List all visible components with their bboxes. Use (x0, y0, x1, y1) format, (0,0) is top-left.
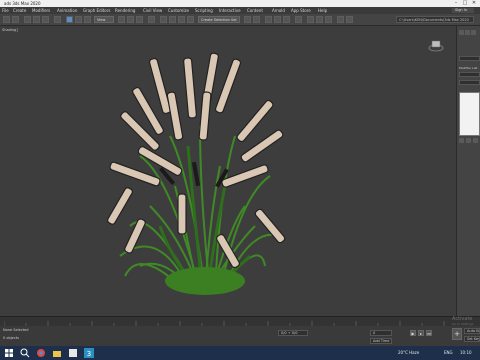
menu-graph-editors[interactable]: Graph Editors (83, 8, 110, 13)
show-end-result-icon[interactable] (466, 138, 471, 143)
svg-text:3: 3 (87, 350, 91, 358)
set-key-button[interactable]: Set Key (464, 336, 480, 342)
project-path-field[interactable]: C:\Users\KEN\Documents\3ds Max 2020 (396, 16, 474, 23)
title-bar: ads 3ds Max 2020 – □ ✕ (0, 0, 480, 7)
percent-snap-icon[interactable] (178, 16, 185, 23)
modifier-list-label: Modifier List (459, 66, 478, 70)
pivot-icon[interactable] (148, 16, 155, 23)
menu-modifiers[interactable]: Modifiers (32, 8, 50, 13)
pin-stack-icon[interactable] (459, 138, 464, 143)
frame-field[interactable]: 0 (370, 330, 392, 336)
add-time-tag-button[interactable]: Add Time Tag (370, 338, 392, 344)
snap-icon[interactable] (160, 16, 167, 23)
workspace-icon[interactable] (346, 16, 353, 23)
menu-customize[interactable]: Customize (168, 8, 189, 13)
command-panel: Modifier List (456, 26, 480, 316)
menu-interactive[interactable]: Interactive (219, 8, 241, 13)
app-icon[interactable] (68, 348, 78, 358)
viewcube-icon[interactable] (428, 38, 444, 52)
spinner-snap-icon[interactable] (187, 16, 194, 23)
minimize-button[interactable]: – (452, 0, 460, 7)
create-tab-icon[interactable] (459, 30, 464, 35)
remove-modifier-icon[interactable] (473, 138, 478, 143)
windows-taskbar: 3 20°C Haze ENG 10:10 (0, 346, 480, 360)
move-icon[interactable] (118, 16, 125, 23)
select-by-name-icon[interactable] (75, 16, 82, 23)
unlink-icon[interactable] (33, 16, 40, 23)
layer-icon[interactable] (265, 16, 272, 23)
main-toolbar: View Create Selection Set C:\Users\KEN\D… (0, 14, 480, 26)
time-slider[interactable] (0, 316, 480, 326)
chrome-icon[interactable] (36, 348, 46, 358)
modifier-field-2[interactable] (459, 80, 480, 85)
menu-scripting[interactable]: Scripting (195, 8, 213, 13)
curve-editor-icon[interactable] (274, 16, 281, 23)
menu-file[interactable]: File (2, 8, 9, 13)
perspective-viewport[interactable]: Shading] (0, 26, 456, 316)
undo-icon[interactable] (3, 16, 10, 23)
modify-tab-icon[interactable] (465, 30, 470, 35)
menu-help[interactable]: Help (318, 8, 327, 13)
modifier-stack[interactable] (459, 92, 480, 136)
close-button[interactable]: ✕ (470, 0, 478, 7)
render-frame-icon[interactable] (316, 16, 323, 23)
menu-animation[interactable]: Animation (57, 8, 77, 13)
file-explorer-icon[interactable] (52, 348, 62, 358)
scale-icon[interactable] (136, 16, 143, 23)
grass-base (165, 267, 245, 295)
3ds-max-icon[interactable]: 3 (84, 348, 94, 358)
menu-arnold[interactable]: Arnold (272, 8, 285, 13)
link-icon[interactable] (24, 16, 31, 23)
set-key-icon[interactable]: + (452, 328, 462, 340)
windows-start-icon[interactable] (4, 348, 14, 358)
angle-snap-icon[interactable] (169, 16, 176, 23)
hierarchy-tab-icon[interactable] (471, 30, 476, 35)
render-icon[interactable] (325, 16, 332, 23)
selection-status: None Selected (3, 328, 29, 332)
menu-rendering[interactable]: Rendering (115, 8, 135, 13)
reference-coord-dropdown[interactable]: View (94, 16, 114, 23)
next-frame-icon[interactable]: ▸ (418, 330, 424, 336)
sign-in-button[interactable]: Sign In (452, 8, 474, 13)
language-indicator[interactable]: ENG (444, 350, 453, 355)
object-name-field[interactable] (459, 56, 480, 61)
clock[interactable]: 10:10 (460, 350, 472, 355)
maximize-button[interactable]: □ (461, 0, 469, 7)
plant-model (107, 52, 286, 295)
mirror-icon[interactable] (244, 16, 251, 23)
schematic-view-icon[interactable] (283, 16, 290, 23)
folder-icon[interactable] (337, 16, 344, 23)
stack-controls (459, 138, 480, 144)
weather-status[interactable]: 20°C Haze (398, 350, 419, 355)
menu-create[interactable]: Create (13, 8, 26, 13)
play-icon[interactable]: ▶ (410, 330, 416, 336)
render-setup-icon[interactable] (307, 16, 314, 23)
rect-select-icon[interactable] (84, 16, 91, 23)
menu-app-store[interactable]: App Store (291, 8, 311, 13)
objects-status: 0 objects (3, 336, 19, 340)
command-panel-tabs (459, 30, 479, 36)
bind-space-warp-icon[interactable] (42, 16, 49, 23)
menu-content[interactable]: Content (247, 8, 263, 13)
menu-bar: File Create Modifiers Animation Graph Ed… (0, 7, 480, 14)
select-object-icon[interactable] (66, 16, 73, 23)
named-selection-dropdown[interactable]: Create Selection Set (198, 16, 240, 23)
modifier-list-dropdown[interactable] (459, 72, 480, 77)
window-title: ads 3ds Max 2020 (4, 1, 41, 6)
search-icon[interactable] (20, 348, 30, 358)
menu-civil-view[interactable]: Civil View (143, 8, 162, 13)
status-bar: None Selected 0 objects 0/0 ÷ 0/0 Add Ti… (0, 326, 480, 346)
coordinate-field[interactable]: 0/0 ÷ 0/0 (278, 330, 308, 336)
last-frame-icon[interactable]: ⏭ (426, 330, 432, 336)
align-icon[interactable] (253, 16, 260, 23)
select-filter-icon[interactable] (54, 16, 61, 23)
rotate-icon[interactable] (127, 16, 134, 23)
auto-key-button[interactable]: Auto Key (464, 328, 480, 334)
redo-icon[interactable] (12, 16, 19, 23)
material-editor-icon[interactable] (295, 16, 302, 23)
